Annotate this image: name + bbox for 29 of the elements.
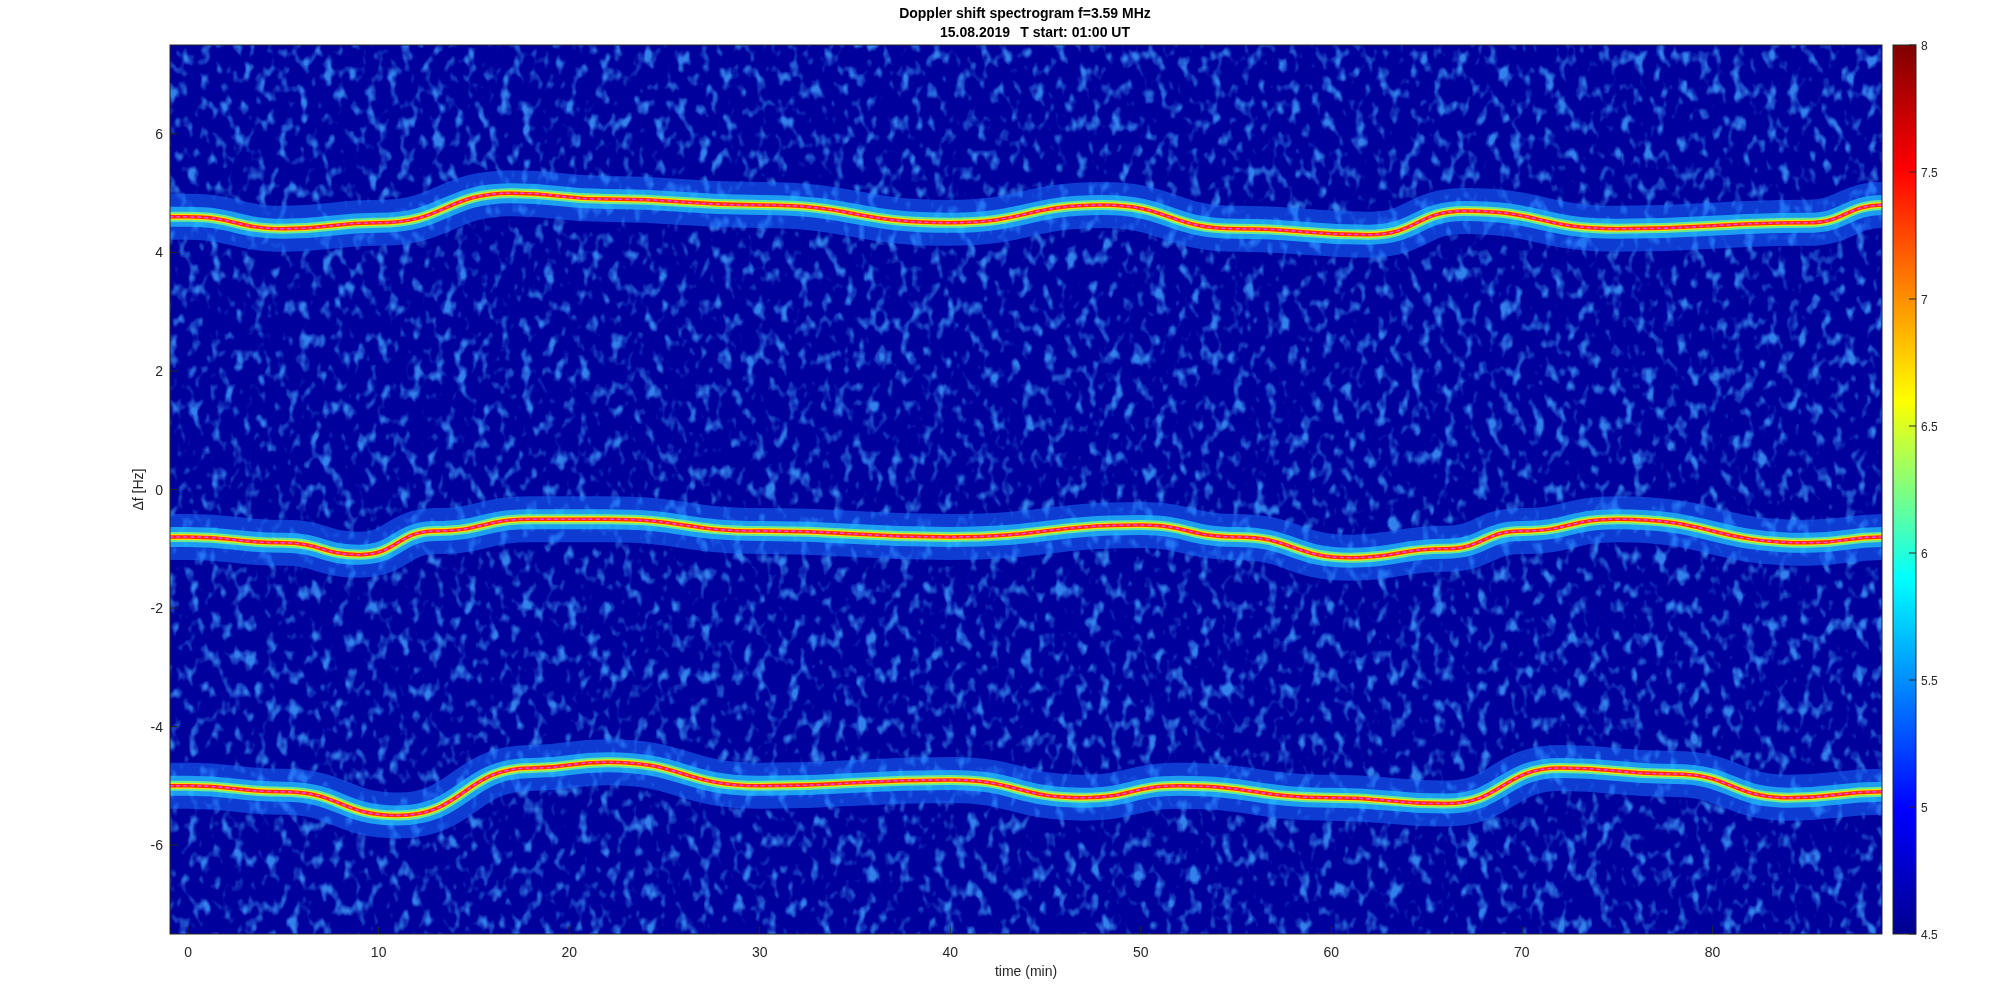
plot-title: Doppler shift spectrogram f=3.59 MHz [899,5,1151,21]
x-tick-label: 50 [1133,944,1149,960]
x-tick-label: 60 [1323,944,1340,960]
y-tick-label: -2 [150,600,163,617]
x-axis-label: time (min) [994,963,1058,979]
plot-start-time: T start: 01:00 UT [1020,24,1130,40]
y-tick-label: -4 [150,718,163,735]
colorbar-tick-label: 7.5 [1921,166,1938,180]
colorbar-tick-label: 4.5 [1921,928,1938,942]
x-tick-label: 0 [184,944,192,960]
x-tick-label: 70 [1514,944,1530,960]
y-tick-label: 0 [155,481,163,498]
colorbar-tick-label: 7 [1921,293,1928,307]
y-tick-label: -6 [150,837,163,854]
y-tick-label: 6 [155,125,163,142]
colorbar-tick-label: 6.5 [1921,420,1938,434]
colorbar-tick-label: 5.5 [1921,674,1938,688]
plot-date: 15.08.2019 [940,24,1011,40]
x-tick-label: 80 [1704,944,1721,960]
y-axis-label: Δf [Hz] [130,468,146,511]
colorbar-tick-label: 8 [1921,39,1928,53]
x-tick-label: 30 [751,944,768,960]
x-tick-label: 10 [370,944,387,960]
x-tick-label: 20 [561,944,577,960]
y-tick-label: 4 [155,244,163,261]
colorbar-tick-label: 5 [1921,801,1928,815]
x-tick-label: 40 [942,944,959,960]
y-tick-label: 2 [155,362,163,379]
colorbar-tick-label: 6 [1921,547,1928,561]
